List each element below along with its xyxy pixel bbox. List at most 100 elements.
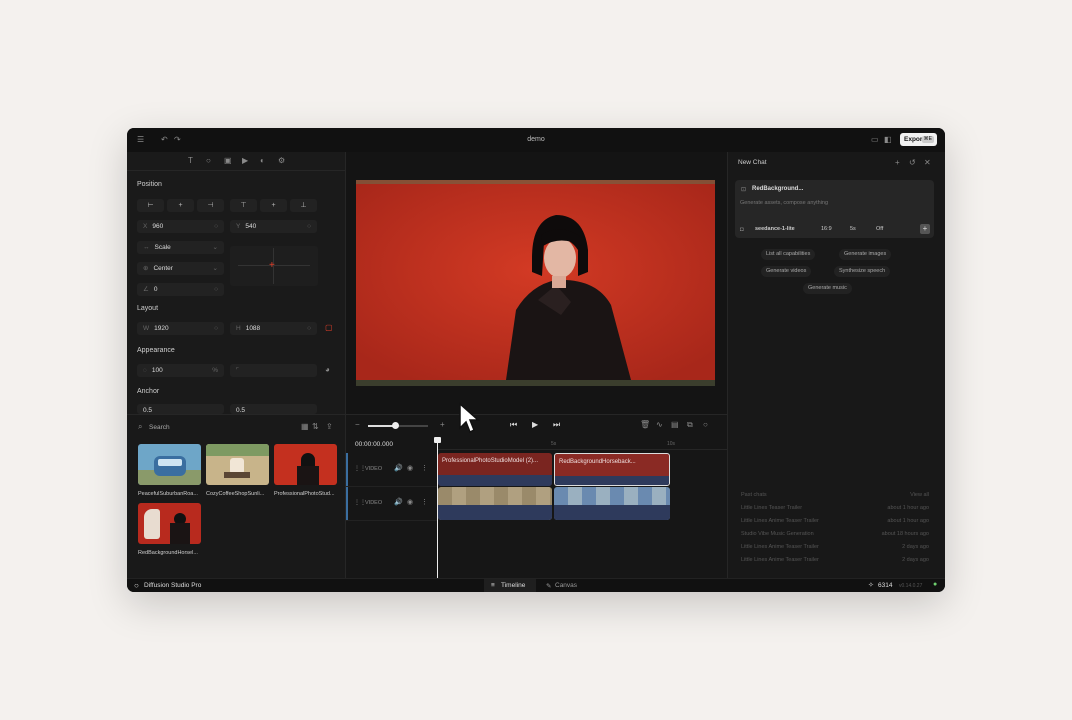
align-top-button[interactable]: ⊤ (230, 199, 257, 212)
color-icon[interactable]: ◕ (325, 366, 330, 374)
chat-panel: New Chat + ↺ ✕ ⊡ RedBackground... Genera… (727, 152, 945, 578)
past-chat-item[interactable]: Little Lines Anime Teaser Trailer 2 days … (741, 557, 929, 563)
credits-count: 6314 (878, 582, 893, 589)
layout-sidebar-icon[interactable]: ◧ (884, 136, 892, 144)
anchor-y-field[interactable]: 0.5 (230, 404, 317, 414)
status-dot-icon: ● (933, 581, 938, 588)
view-all-link[interactable]: View all (910, 492, 929, 498)
shape-tool-icon[interactable]: ○ (206, 157, 211, 165)
scale-select[interactable]: ↔ Scale ⌄ (137, 241, 224, 254)
y-prefix: Y (236, 223, 241, 230)
zoom-slider-thumb[interactable] (392, 422, 399, 429)
duration-select[interactable]: 5s (850, 226, 856, 232)
model-select[interactable]: seedance-1-lite (755, 226, 795, 232)
width-field[interactable]: W 1920 ○ (137, 322, 224, 335)
record-icon[interactable]: ○ (703, 421, 708, 429)
playhead[interactable] (437, 437, 438, 579)
suggestion-chip[interactable]: Generate images (839, 249, 892, 260)
suggestion-chip[interactable]: List all capabilities (761, 249, 816, 260)
align-bottom-button[interactable]: ⊥ (290, 199, 317, 212)
past-chat-item[interactable]: Studio Vibe Music Generation about 18 hou… (741, 531, 929, 537)
timeline-tab-icon: ≡ (491, 582, 495, 589)
upload-icon[interactable]: ⇪ (326, 423, 333, 431)
ratio-select[interactable]: 16:9 (821, 226, 832, 232)
zoom-out-icon[interactable]: − (355, 421, 360, 429)
video-tool-icon[interactable]: ▶ (242, 157, 248, 165)
add-icon[interactable]: + (895, 159, 900, 167)
eye-icon[interactable]: ◉ (407, 499, 413, 507)
x-prefix: X (143, 223, 148, 230)
more-icon[interactable]: ⋮ (421, 499, 428, 507)
skip-back-icon[interactable]: ⏮ (510, 421, 517, 429)
audio-icon[interactable]: 🔊 (394, 499, 403, 507)
filter-tool-icon[interactable]: ◐ (260, 157, 265, 165)
grid-view-icon[interactable]: ▦ (301, 423, 309, 431)
past-chat-item[interactable]: Little Lines Anime Teaser Trailer 2 days … (741, 544, 929, 550)
media-label: RedBackgroundHorsel... (138, 550, 198, 556)
layout-bottom-icon[interactable]: ▭ (871, 136, 879, 144)
export-button[interactable]: Export ⌘E (900, 133, 937, 146)
timecode: 00:00:00.000 (355, 441, 393, 448)
timeline-clip[interactable] (554, 487, 670, 520)
anchor-x-field[interactable]: 0.5 (137, 404, 224, 414)
media-thumb-studio[interactable] (274, 444, 337, 485)
image-tool-icon[interactable]: ▣ (224, 157, 232, 165)
lock-ratio-icon[interactable]: ▢ (325, 324, 333, 332)
skip-forward-icon[interactable]: ⏭ (553, 421, 560, 429)
media-thumb-suburban[interactable] (138, 444, 201, 485)
waveform-icon[interactable]: ∿ (656, 421, 663, 429)
chat-input-card[interactable]: ⊡ RedBackground... Generate assets, comp… (735, 180, 934, 238)
track-header: ⋮⋮ VIDEO 🔊 ◉ ⋮ (346, 453, 437, 487)
captions-icon[interactable]: ▤ (671, 421, 679, 429)
past-chat-item[interactable]: Little Lines Teaser Trailer about 1 hour … (741, 505, 929, 511)
x-value: 960 (152, 223, 164, 230)
suggestion-chip[interactable]: Generate music (803, 283, 852, 294)
opacity-field[interactable]: ◌ 100% (137, 364, 224, 377)
zoom-slider[interactable] (368, 422, 428, 429)
rotation-field[interactable]: ∠ 0 ○ (137, 283, 224, 296)
text-tool-icon[interactable]: T (188, 157, 193, 165)
align-left-button[interactable]: ⊢ (137, 199, 164, 212)
audio-icon[interactable]: 🔊 (394, 465, 403, 473)
chat-input[interactable]: Generate assets, compose anything (740, 200, 828, 206)
tab-canvas[interactable]: ✎ Canvas (544, 579, 584, 592)
reset-icon: ○ (307, 223, 311, 230)
close-icon[interactable]: ✕ (924, 159, 931, 167)
align-middle-button[interactable]: + (260, 199, 287, 212)
past-chat-time: 2 days ago (902, 544, 929, 550)
timeline-clip[interactable]: ProfessionalPhotoStudioModel (2)... (438, 453, 552, 486)
zoom-in-icon[interactable]: + (440, 421, 445, 429)
height-field[interactable]: H 1088 ○ (230, 322, 317, 335)
align-center-h-button[interactable]: + (167, 199, 194, 212)
audio-select[interactable]: Off (876, 226, 883, 232)
media-thumb-horse[interactable] (138, 503, 201, 544)
center-select[interactable]: ⊕ Center ⌄ (137, 262, 224, 275)
tab-timeline[interactable]: ≡ Timeline (484, 579, 536, 592)
suggestion-chip[interactable]: Synthesize speech (834, 266, 891, 277)
split-icon[interactable]: ⧉ (687, 421, 693, 429)
search-input[interactable]: Search (149, 424, 170, 431)
window-title: demo (527, 136, 545, 143)
sort-icon[interactable]: ⇅ (312, 423, 319, 431)
past-chat-item[interactable]: Little Lines Anime Teaser Trailer about 1… (741, 518, 929, 524)
preview-frame[interactable] (356, 180, 715, 380)
history-icon[interactable]: ↺ (909, 159, 916, 167)
prompt-chip[interactable]: RedBackground... (752, 186, 803, 192)
lightbulb-icon[interactable]: ◘ (740, 226, 744, 234)
settings-tool-icon[interactable]: ⚙ (278, 157, 285, 165)
y-field[interactable]: Y 540 ○ (230, 220, 317, 233)
play-icon[interactable]: ▶ (532, 421, 538, 429)
send-button[interactable]: + (920, 224, 930, 234)
playhead-handle[interactable] (434, 437, 441, 443)
trash-icon[interactable]: 🗑 (640, 421, 650, 429)
timeline-clip-selected[interactable]: RedBackgroundHorseback... (554, 453, 670, 486)
anchor-crosshair[interactable]: + (230, 246, 318, 286)
eye-icon[interactable]: ◉ (407, 465, 413, 473)
timeline-clip[interactable] (438, 487, 552, 520)
x-field[interactable]: X 960 ○ (137, 220, 224, 233)
suggestion-chip[interactable]: Generate videos (761, 266, 812, 277)
more-icon[interactable]: ⋮ (421, 465, 428, 473)
align-right-button[interactable]: ⊣ (197, 199, 224, 212)
media-thumb-coffee[interactable] (206, 444, 269, 485)
corner-radius-field[interactable]: ⌜ (230, 364, 317, 377)
